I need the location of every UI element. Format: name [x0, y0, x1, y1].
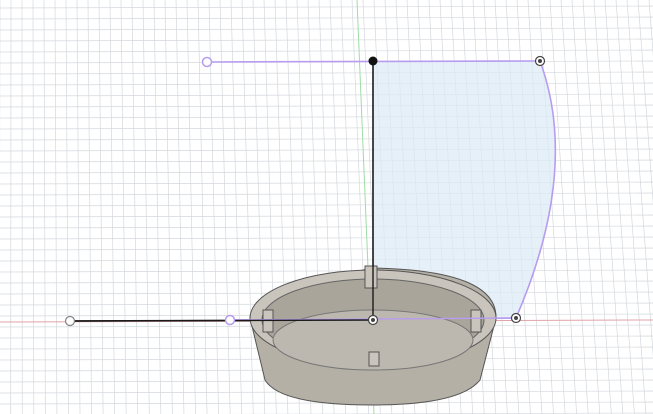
grid-line — [76, 0, 81, 414]
grid-line — [98, 0, 104, 414]
grid-line — [549, 0, 577, 414]
grid-line — [65, 0, 69, 414]
grid-line — [0, 38, 653, 42]
grid-line — [131, 0, 139, 414]
bowl-post-right — [470, 309, 482, 333]
grid-line — [615, 0, 647, 414]
grid-line — [560, 0, 589, 414]
grid-line — [32, 0, 35, 414]
grid-line — [164, 0, 173, 414]
grid-line — [604, 0, 635, 414]
grid-line — [0, 16, 653, 20]
grid-line — [571, 0, 601, 414]
grid-line — [0, 115, 653, 119]
top-center-point-icon[interactable] — [368, 56, 378, 66]
grid-line — [0, 93, 653, 97]
grid-line — [54, 0, 58, 414]
grid-line — [0, 192, 653, 196]
grid-line — [0, 49, 653, 53]
grid-line — [43, 0, 46, 414]
grid-line — [0, 181, 653, 185]
grid-line — [582, 0, 612, 414]
grid-line — [0, 5, 653, 9]
design-canvas[interactable] — [0, 0, 653, 414]
grid-line — [648, 0, 653, 58]
grid-line — [593, 0, 624, 414]
3d-viewport[interactable] — [0, 0, 653, 414]
left-endpoint-icon[interactable] — [64, 315, 76, 327]
grid-line — [142, 0, 150, 414]
grid-line — [120, 0, 127, 414]
bowl-post-front — [368, 351, 380, 367]
grid-line — [0, 269, 653, 273]
bowl-post-back — [364, 265, 378, 289]
grid-line — [87, 0, 92, 414]
grid-line — [109, 0, 115, 414]
mid-left-point-icon[interactable] — [224, 314, 236, 326]
grid-line — [637, 0, 653, 205]
grid-line — [0, 104, 653, 108]
top-left-endpoint-icon[interactable] — [201, 56, 213, 68]
grid-line — [0, 225, 653, 229]
grid-line — [0, 236, 653, 240]
origin-point-icon[interactable] — [367, 314, 379, 326]
grid-line — [0, 27, 653, 31]
top-right-point-icon[interactable] — [534, 55, 546, 67]
grid-line — [153, 0, 162, 414]
grid-line — [0, 214, 653, 218]
bottom-right-point-icon[interactable] — [510, 312, 522, 324]
